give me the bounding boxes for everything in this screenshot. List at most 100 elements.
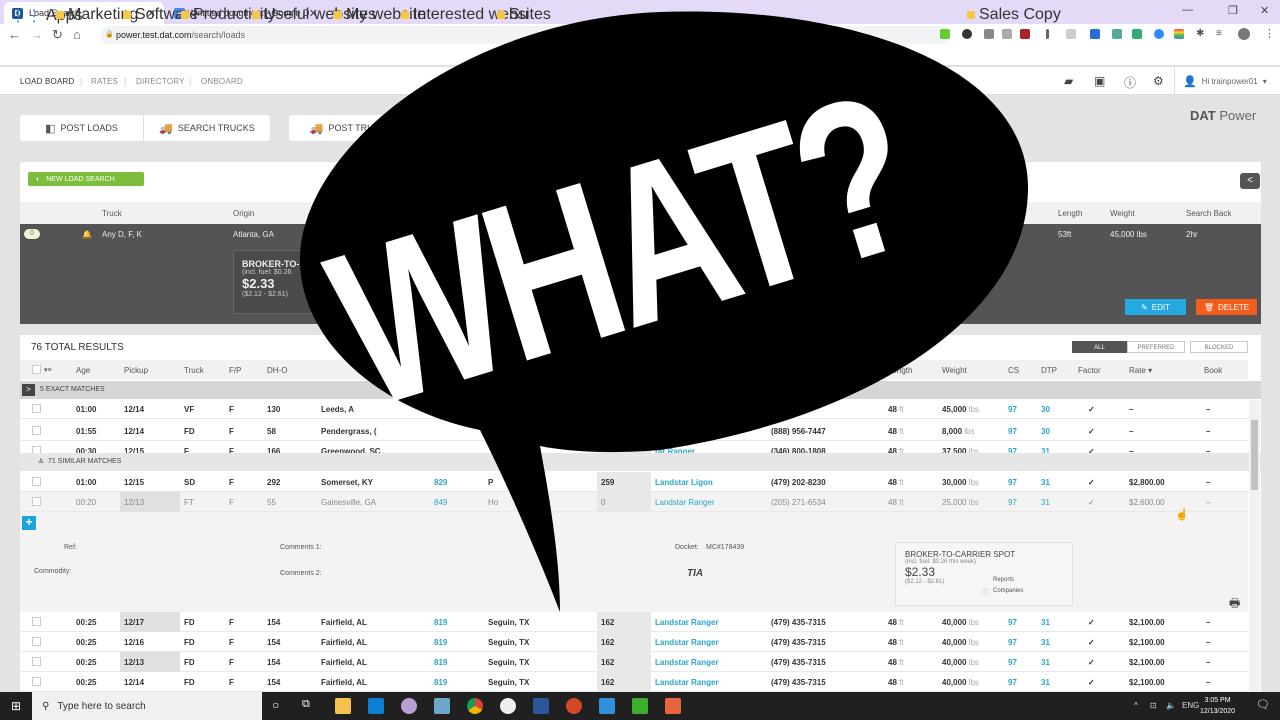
close-window-button[interactable]: ✕ [1260, 4, 1269, 17]
table-row[interactable]: 00:25 12/13 FD F 154 Fairfield, AL 819 Seguin, … [20, 652, 1248, 672]
nav-directory[interactable]: DIRECTORY [136, 77, 185, 86]
info-icon[interactable]: ⓘ [982, 587, 989, 597]
camtasia-recorder-icon[interactable] [665, 698, 681, 714]
row-checkbox[interactable] [32, 657, 41, 666]
row-book[interactable]: – [1206, 678, 1210, 687]
table-row[interactable]: 00:20 12/13 FT F 55 Gainesville, GA 849 Ho 0 Land… [20, 492, 1248, 512]
cortana-icon[interactable]: ○ [272, 698, 279, 712]
extension-icon[interactable] [1174, 29, 1184, 39]
network-icon[interactable]: ⊡ [1150, 701, 1157, 710]
row-checkbox[interactable] [32, 677, 41, 686]
task-view-icon[interactable]: ⧉ [302, 698, 310, 711]
col-book[interactable]: Book [1204, 366, 1222, 375]
row-book[interactable]: – [1206, 405, 1210, 414]
row-dtp[interactable]: 31 [1041, 478, 1050, 487]
row-checkbox[interactable] [32, 637, 41, 646]
row-book[interactable]: – [1206, 618, 1210, 627]
column-options-icon[interactable]: ▾≡ [44, 366, 52, 374]
help-icon[interactable]: ⓘ [1124, 74, 1136, 91]
row-trip[interactable]: 849 [434, 498, 447, 507]
nav-onboard[interactable]: ONBOARD [201, 77, 243, 86]
url-bar[interactable]: 🔒 power.test.dat.com/search/loads [100, 26, 950, 44]
col-dtp[interactable]: DTP [1041, 366, 1057, 375]
col-cs[interactable]: CS [1008, 366, 1019, 375]
table-row[interactable]: 01:00 12/14 VF F 130 Leeds, A 22-0500 97 30 ✓ – – 48… [20, 399, 1248, 419]
row-book[interactable]: – [1206, 658, 1210, 667]
similar-matches-header[interactable]: ≙ 71 SIMILAR MATCHES [20, 453, 1261, 471]
row-cs[interactable]: 97 [1008, 427, 1017, 436]
extension-icon[interactable] [1066, 29, 1076, 39]
collapse-panel-button[interactable]: < [1240, 173, 1260, 189]
row-trip[interactable]: 819 [434, 658, 447, 667]
notifications-icon[interactable]: 🗨 [1256, 698, 1270, 711]
table-row[interactable]: 00:25 12/17 FD F 154 Fairfield, AL 819 Seguin, … [20, 612, 1248, 632]
row-dtp[interactable]: 31 [1041, 618, 1050, 627]
extension-icon[interactable] [1112, 29, 1122, 39]
row-trip[interactable]: 819 [434, 618, 447, 627]
search-trucks-button[interactable]: 🚚 SEARCH TRUCKS [144, 115, 270, 141]
row-checkbox[interactable] [32, 426, 41, 435]
collapse-icon[interactable]: ≙ [38, 458, 44, 466]
maximize-button[interactable]: ❐ [1228, 4, 1238, 17]
edit-search-button[interactable]: ✎ EDIT [1125, 299, 1186, 315]
row-cs[interactable]: 97 [1008, 618, 1017, 627]
nav-load-board[interactable]: LOAD BOARD [20, 77, 74, 86]
bell-icon[interactable]: 🔔 [82, 230, 92, 239]
volume-icon[interactable]: 🔈 [1166, 701, 1176, 710]
windows-start-icon[interactable]: ⊞ [0, 692, 32, 720]
extension-icon[interactable] [962, 29, 972, 39]
row-dtp[interactable]: 31 [1041, 678, 1050, 687]
row-book[interactable]: – [1206, 638, 1210, 647]
file-explorer-icon[interactable] [335, 698, 351, 714]
chrome-icon[interactable] [467, 698, 483, 714]
row-checkbox[interactable] [32, 617, 41, 626]
system-clock[interactable]: 3:05 PM 12/13/2020 [1200, 695, 1235, 717]
forward-icon[interactable]: → [30, 27, 43, 42]
col-pickup[interactable]: Pickup [124, 366, 148, 375]
extensions-puzzle-icon[interactable]: ✱ [1196, 28, 1204, 39]
col-length[interactable]: Length [888, 366, 912, 375]
row-company[interactable]: Landstar Ranger [655, 618, 719, 627]
row-dtp[interactable]: 31 [1041, 638, 1050, 647]
menu-kebab-icon[interactable]: ⋮ [1264, 27, 1275, 40]
row-dtp[interactable]: 30 [1041, 427, 1050, 436]
store-icon[interactable] [368, 698, 384, 714]
row-trip[interactable]: 819 [434, 678, 447, 687]
filter-blocked[interactable]: BLOCKED [1190, 341, 1248, 353]
back-icon[interactable]: ← [8, 27, 21, 42]
filter-preferred[interactable]: PREFERRED [1127, 341, 1185, 353]
bookmark-su[interactable]: Su [497, 6, 529, 24]
extension-icon[interactable] [1090, 29, 1100, 39]
row-cs[interactable]: 97 [1008, 638, 1017, 647]
delete-search-button[interactable]: 🗑 DELETE [1196, 299, 1257, 315]
row-checkbox[interactable] [32, 497, 41, 506]
reading-list-icon[interactable]: ≡ [1216, 28, 1222, 39]
zoom-extension-icon[interactable] [1154, 29, 1164, 39]
col-factor[interactable]: Factor [1078, 366, 1101, 375]
row-cs[interactable]: 97 [1008, 478, 1017, 487]
extension-icon[interactable] [1002, 29, 1012, 39]
table-row[interactable]: 00:25 12/14 FD F 154 Fairfield, AL 819 Seguin, … [20, 672, 1248, 692]
row-trip[interactable]: 829 [434, 478, 447, 487]
row-book[interactable]: – [1206, 427, 1210, 436]
row-company[interactable]: Landstar Ligon [655, 478, 713, 487]
reload-icon[interactable]: ↻ [52, 27, 63, 43]
col-weight[interactable]: Weight [942, 366, 967, 375]
slack-icon[interactable] [500, 698, 516, 714]
select-all-checkbox[interactable] [32, 365, 41, 374]
table-row[interactable]: 01:55 12/14 FD F 58 Pendergrass, ((888) 956-7… [20, 421, 1248, 441]
bookmark-sales-copy[interactable]: Sales Copy [967, 6, 1061, 24]
row-dtp[interactable]: 30 [1041, 405, 1050, 414]
scrollbar-thumb[interactable] [1251, 420, 1258, 490]
extension-icon[interactable] [1132, 29, 1142, 39]
pdf-extension-icon[interactable] [1020, 29, 1030, 39]
profile-avatar[interactable] [1238, 28, 1250, 40]
gear-icon[interactable]: ⚙ [1153, 74, 1164, 88]
language-indicator[interactable]: ENG [1182, 701, 1199, 710]
tray-chevron-icon[interactable]: ^ [1134, 701, 1138, 710]
row-company[interactable]: Landstar Ranger [655, 638, 719, 647]
post-trucks-button[interactable]: 🚚 POST TRUCKS [289, 115, 413, 141]
taskbar-search-input[interactable]: ⚲ Type here to search [32, 692, 262, 720]
row-dtp[interactable]: 31 [1041, 658, 1050, 667]
chat-icon[interactable]: ▰ [1064, 74, 1073, 88]
